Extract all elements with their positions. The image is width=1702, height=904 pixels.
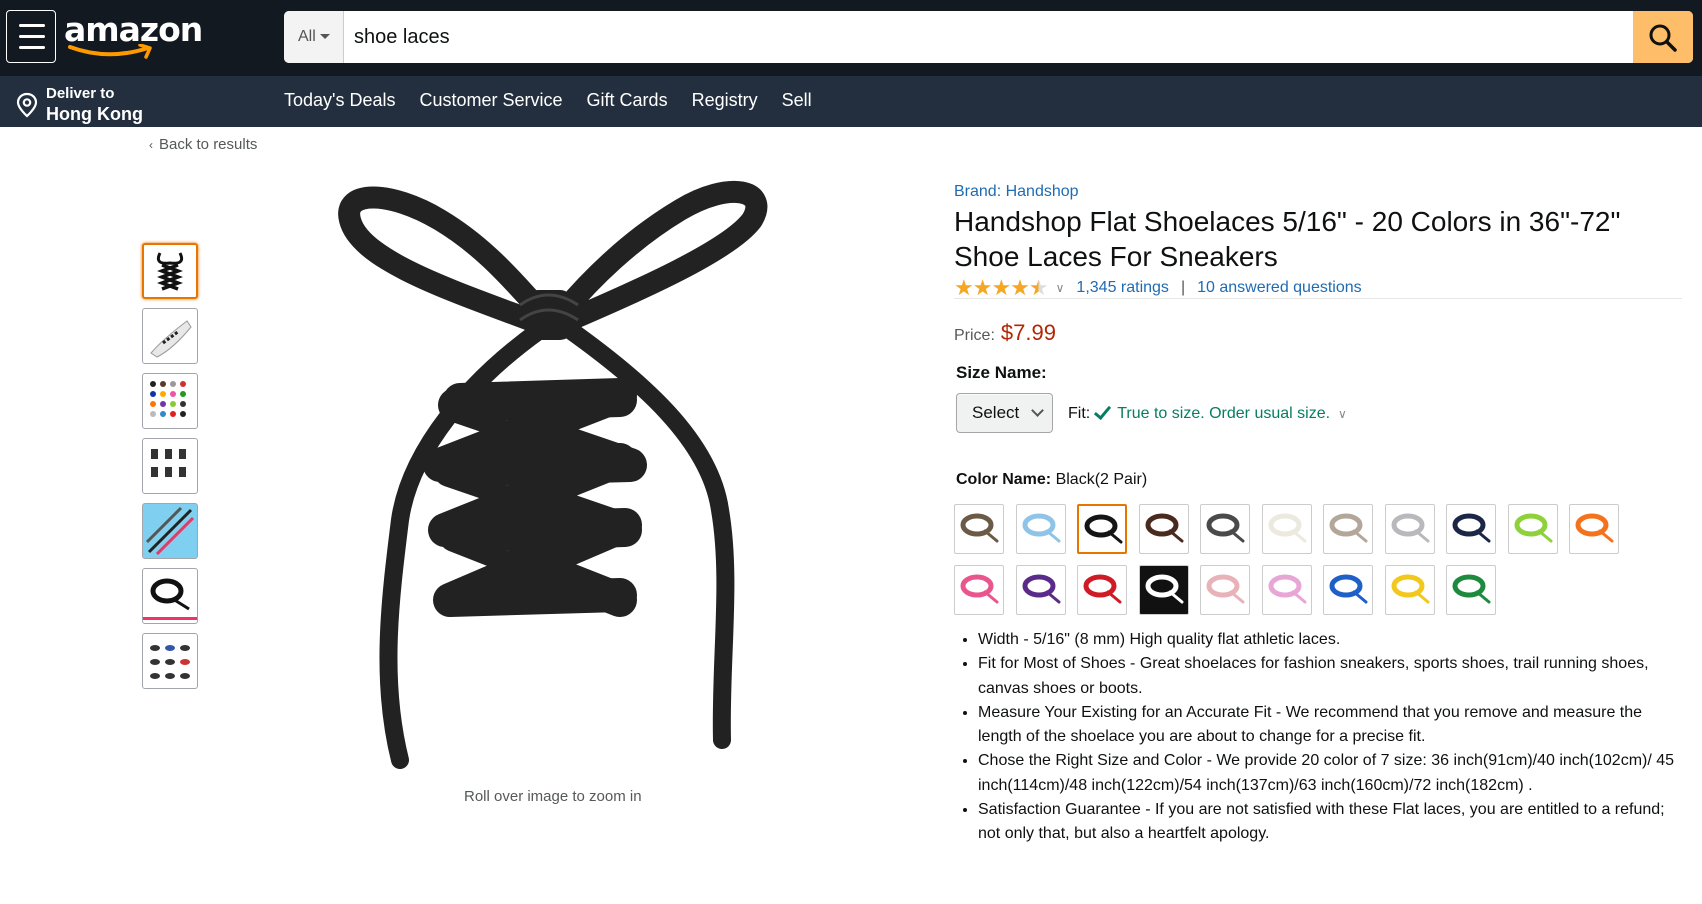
price-row: Price: $7.99 [954, 320, 1056, 346]
color-swatch[interactable] [1323, 504, 1373, 554]
thumbnail-2[interactable] [142, 308, 198, 364]
size-select-dropdown[interactable]: Select [956, 393, 1053, 433]
color-name-row: Color Name: Black(2 Pair) [956, 471, 1147, 489]
color-swatch[interactable] [1200, 565, 1250, 615]
search-input[interactable] [344, 11, 1629, 63]
chevron-down-icon [1031, 404, 1044, 417]
size-select-label: Select [972, 403, 1020, 422]
answered-questions-link[interactable]: 10 answered questions [1197, 279, 1362, 297]
thumbnail-3[interactable] [142, 373, 198, 429]
thumbnail-7[interactable] [142, 633, 198, 689]
color-swatch[interactable] [1077, 504, 1127, 554]
product-title: Handshop Flat Shoelaces 5/16" - 20 Color… [954, 206, 1621, 272]
color-name-label: Color Name: [956, 471, 1052, 488]
search-category-label: All [298, 28, 316, 45]
color-swatch[interactable] [1384, 504, 1435, 554]
caret-down-icon [319, 34, 330, 40]
nav-link-sell[interactable]: Sell [782, 90, 812, 111]
checkmark-icon [1094, 401, 1112, 421]
search-icon [1649, 24, 1677, 52]
chevron-down-icon[interactable]: ∨ [1338, 407, 1347, 421]
smile-arrow-icon [68, 44, 152, 59]
thumbnail-5[interactable] [142, 503, 198, 559]
size-name-label: Size Name: [956, 363, 1047, 382]
back-to-results-link[interactable]: ‹ Back to results [149, 136, 257, 153]
amazon-logo[interactable]: amazon [64, 6, 203, 62]
color-swatch[interactable] [1261, 565, 1312, 615]
deliver-label: Deliver to [46, 85, 115, 102]
color-swatch[interactable] [1446, 504, 1496, 554]
nav-link-customer-service[interactable]: Customer Service [420, 90, 563, 111]
search-bar: All [284, 11, 1693, 63]
search-category-dropdown[interactable]: All [284, 11, 344, 63]
main-product-image[interactable] [320, 180, 800, 780]
color-swatch[interactable] [1446, 565, 1496, 615]
zoom-hint: Roll over image to zoom in [464, 788, 642, 805]
color-swatch[interactable] [1015, 565, 1066, 615]
back-to-results-label: Back to results [159, 136, 258, 153]
nav-links: Today's Deals Customer Service Gift Card… [284, 90, 836, 111]
color-name-value: Black(2 Pair) [1055, 471, 1148, 488]
feature-bullet: Fit for Most of Shoes - Great shoelaces … [978, 652, 1676, 701]
thumbnail-1[interactable] [142, 243, 198, 299]
chevron-left-icon: ‹ [149, 138, 153, 152]
fit-label: Fit: [1068, 405, 1091, 422]
brand-link[interactable]: Brand: Handshop [954, 183, 1079, 201]
color-swatch[interactable] [954, 565, 1004, 615]
sub-nav-bar: Deliver to Hong Kong Today's Deals Custo… [0, 76, 1702, 127]
color-swatch[interactable] [1384, 565, 1435, 615]
thumbnail-4[interactable] [142, 438, 198, 494]
color-swatch[interactable] [1323, 565, 1373, 615]
fit-info: Fit: True to size. Order usual size. ∨ [1068, 401, 1347, 423]
feature-bullet: Width - 5/16" (8 mm) High quality flat a… [978, 628, 1676, 652]
color-swatch[interactable] [1138, 565, 1189, 615]
color-swatch[interactable] [954, 504, 1004, 554]
color-swatch[interactable] [1200, 504, 1250, 554]
color-swatch[interactable] [1015, 504, 1066, 554]
menu-icon[interactable] [6, 10, 56, 63]
nav-link-registry[interactable]: Registry [692, 90, 758, 111]
divider [954, 298, 1682, 299]
feature-bullet: Satisfaction Guarantee - If you are not … [978, 798, 1676, 847]
search-button[interactable] [1633, 11, 1693, 63]
color-swatch[interactable] [1077, 565, 1127, 615]
color-swatch[interactable] [1569, 504, 1619, 554]
feature-bullets: Width - 5/16" (8 mm) High quality flat a… [956, 628, 1676, 847]
fit-value: True to size. Order usual size. [1117, 405, 1331, 422]
black-shoelace-image [338, 180, 768, 769]
feature-bullet: Measure Your Existing for an Accurate Fi… [978, 701, 1676, 750]
top-nav-bar: amazon All [0, 0, 1702, 76]
feature-bullet: Chose the Right Size and Color - We prov… [978, 749, 1676, 798]
ratings-link[interactable]: 1,345 ratings [1076, 279, 1169, 297]
price-value: $7.99 [1000, 320, 1056, 345]
price-label: Price: [954, 327, 995, 344]
thumbnail-6[interactable] [142, 568, 198, 624]
color-swatch[interactable] [1138, 504, 1189, 554]
ratings-separator: | [1180, 279, 1186, 296]
nav-link-gift-cards[interactable]: Gift Cards [587, 90, 668, 111]
chevron-down-icon[interactable]: ∨ [1056, 281, 1065, 295]
deliver-location: Hong Kong [46, 104, 143, 124]
color-swatch[interactable] [1261, 504, 1312, 554]
location-pin-icon [16, 92, 38, 118]
color-swatch[interactable] [1507, 504, 1558, 554]
rating-row: ★★★★★ ∨ 1,345 ratings | 10 answered ques… [954, 275, 1362, 300]
nav-link-todays-deals[interactable]: Today's Deals [284, 90, 396, 111]
